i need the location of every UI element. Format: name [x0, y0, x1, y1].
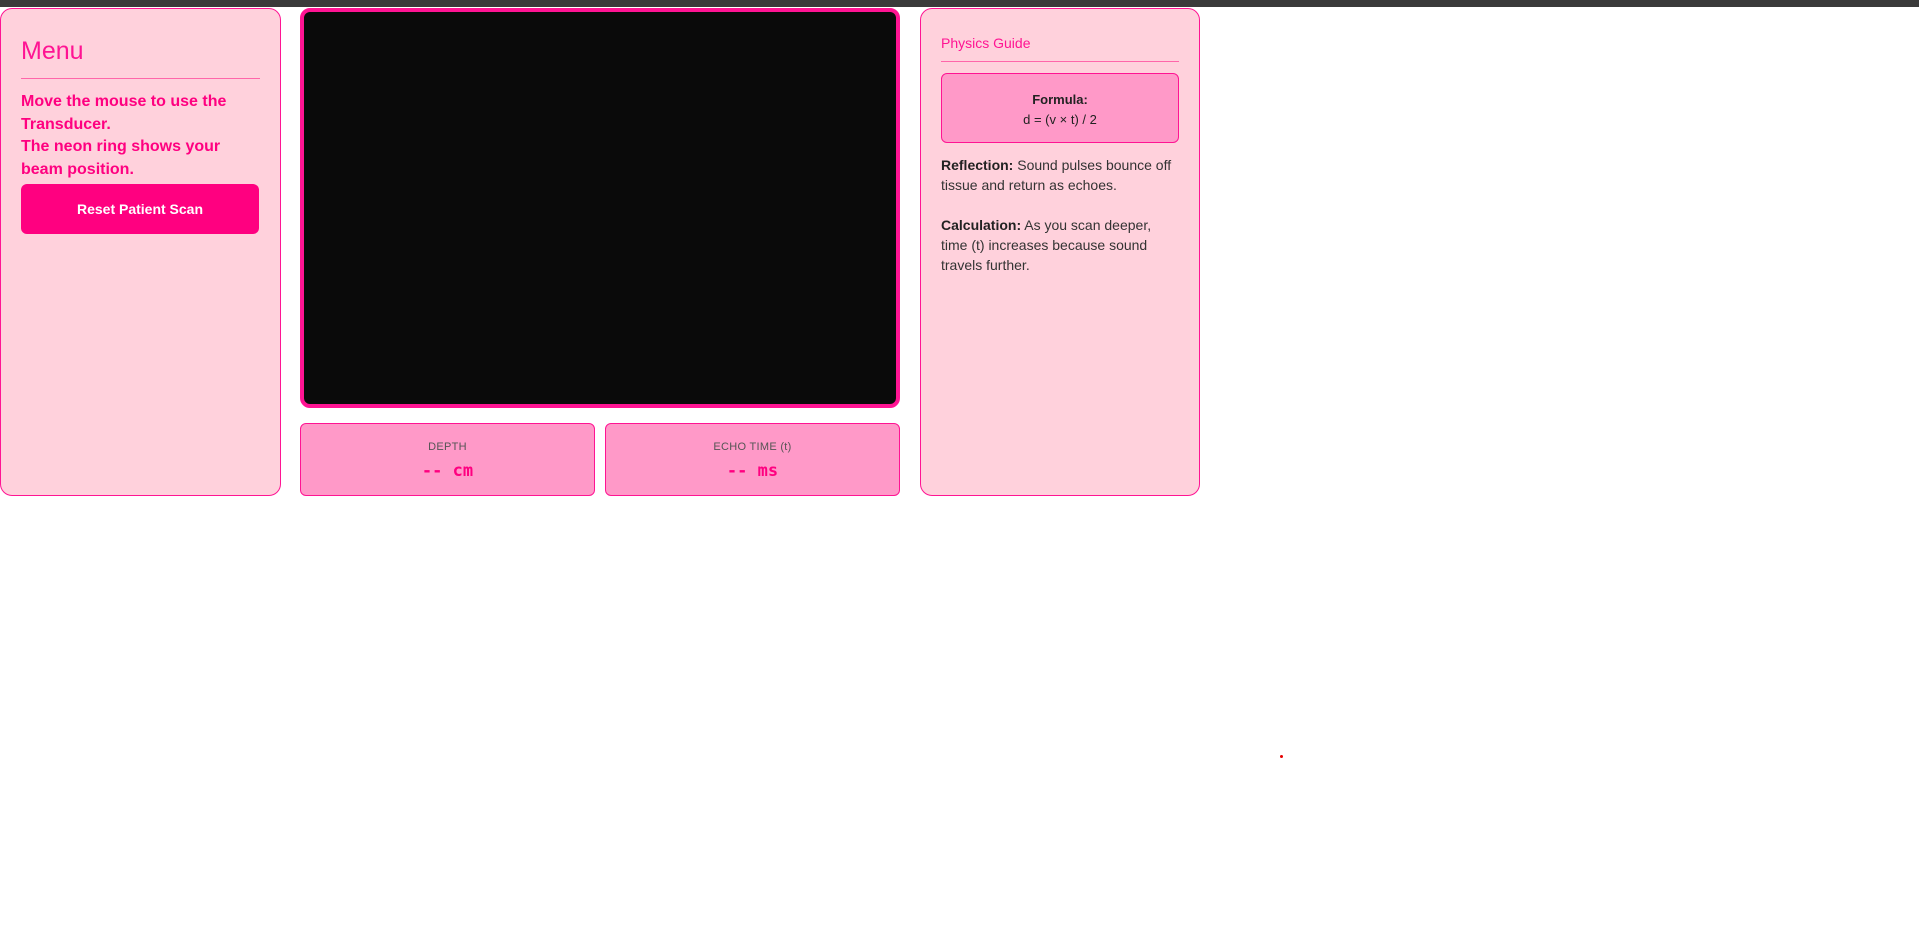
formula-label: Formula: [1032, 92, 1088, 107]
instruction-transducer: Move the mouse to use the Transducer. [21, 93, 227, 133]
guide-text: Reflection: Sound pulses bounce off tiss… [941, 155, 1179, 275]
formula-text: d = (v × t) / 2 [1023, 112, 1097, 127]
physics-guide-title: Physics Guide [941, 35, 1179, 62]
instruction-neon-ring: The neon ring shows your beam position. [21, 138, 221, 178]
depth-label: DEPTH [428, 441, 467, 453]
echo-time-value: -- ms [726, 461, 779, 481]
browser-top-bar [0, 0, 1919, 7]
physics-guide-panel: Physics Guide Formula: d = (v × t) / 2 R… [920, 8, 1200, 496]
mouse-cursor-dot [1280, 755, 1283, 758]
calculation-label: Calculation: [941, 217, 1022, 233]
echo-time-label: ECHO TIME (t) [713, 441, 792, 453]
depth-value: -- cm [421, 461, 474, 481]
formula-box: Formula: d = (v × t) / 2 [941, 73, 1179, 143]
calculation-paragraph: Calculation: As you scan deeper, time (t… [941, 215, 1179, 275]
reflection-paragraph: Reflection: Sound pulses bounce off tiss… [941, 155, 1179, 195]
instructions: Move the mouse to use the Transducer. Th… [21, 91, 260, 181]
ultrasound-scan-canvas[interactable] [300, 8, 900, 408]
reset-patient-scan-button[interactable]: Reset Patient Scan [21, 184, 259, 234]
depth-readout: DEPTH -- cm [300, 423, 595, 496]
menu-panel: Menu Move the mouse to use the Transduce… [0, 8, 281, 496]
echo-time-readout: ECHO TIME (t) -- ms [605, 423, 900, 496]
menu-title: Menu [21, 37, 260, 79]
reflection-label: Reflection: [941, 157, 1014, 173]
